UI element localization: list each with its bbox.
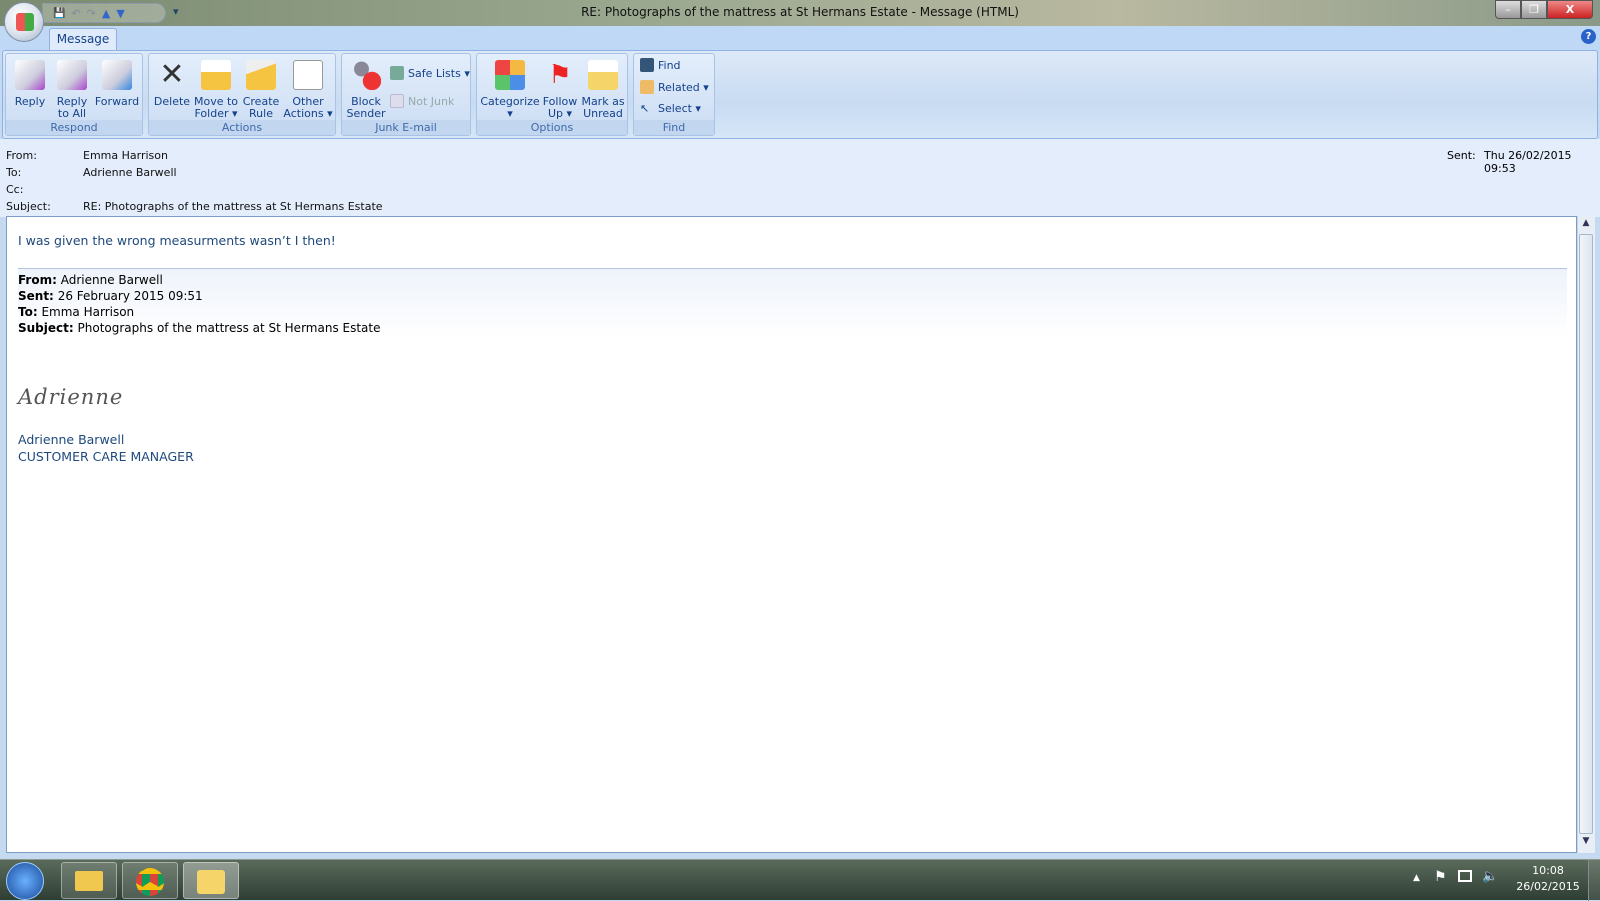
minimize-button[interactable]: –	[1495, 0, 1521, 19]
signature-script: Adrienne	[18, 385, 124, 409]
taskbar-explorer[interactable]	[61, 862, 117, 899]
related-button[interactable]: Related ▾	[640, 80, 709, 94]
volume-icon[interactable]: 🔈	[1482, 869, 1498, 884]
group-label-find: Find	[634, 120, 714, 135]
flag-icon: ⚑	[548, 60, 572, 90]
scroll-up-icon[interactable]: ▲	[1579, 218, 1593, 232]
not-junk-icon	[390, 94, 404, 108]
delete-button[interactable]: ✕ Delete	[151, 60, 193, 108]
cc-label: Cc:	[6, 183, 24, 196]
group-options: Categorize ▾ ⚑ Follow Up ▾ Mark as Unread Op…	[476, 53, 628, 136]
not-junk-button[interactable]: Not Junk	[390, 94, 454, 108]
outlook-icon	[197, 870, 225, 894]
group-junk-email: Block Sender Safe Lists ▾ Not Junk Junk E…	[341, 53, 471, 136]
to-label: To:	[6, 166, 22, 179]
reply-button[interactable]: Reply	[10, 60, 50, 108]
mark-unread-icon	[588, 60, 618, 90]
group-find: Find Related ▾ ↖ Select ▾ Find	[633, 53, 715, 136]
show-desktop-button[interactable]	[1588, 860, 1600, 901]
mark-as-unread-button[interactable]: Mark as Unread	[579, 60, 627, 120]
tab-message[interactable]: Message	[49, 28, 117, 50]
customize-qat-icon[interactable]: ▾	[173, 5, 179, 18]
sent-value: Thu 26/02/2015 09:53	[1484, 149, 1572, 175]
group-respond: Reply Reply to All Forward Respond	[5, 53, 143, 136]
signature-name: Adrienne Barwell	[18, 432, 125, 447]
signature-title: CUSTOMER CARE MANAGER	[18, 449, 194, 464]
folder-icon	[75, 871, 103, 891]
quoted-to: To: Emma Harrison	[18, 305, 135, 319]
reply-icon	[15, 60, 45, 90]
move-to-folder-button[interactable]: Move to Folder ▾	[193, 60, 239, 120]
follow-up-button[interactable]: ⚑ Follow Up ▾	[539, 60, 581, 120]
ribbon-tab-row	[0, 26, 1600, 50]
taskbar: ▲ ⚑ 🔈 10:08 26/02/2015	[0, 859, 1600, 901]
office-button[interactable]	[4, 2, 44, 42]
scroll-down-icon[interactable]: ▼	[1579, 836, 1593, 850]
window-title: RE: Photographs of the mattress at St He…	[581, 5, 1019, 19]
restore-button[interactable]: ❐	[1521, 0, 1547, 19]
binoculars-icon	[640, 58, 654, 72]
previous-item-icon[interactable]: ▲	[102, 7, 110, 20]
show-hidden-icons[interactable]: ▲	[1413, 873, 1420, 883]
office-logo-icon	[16, 13, 34, 31]
message-body[interactable]: I was given the wrong measurments wasn’t…	[6, 216, 1577, 853]
select-button[interactable]: ↖ Select ▾	[640, 102, 701, 115]
message-header: From: Emma Harrison To: Adrienne Barwell…	[0, 139, 1600, 217]
move-folder-icon	[201, 60, 231, 90]
group-label-junk: Junk E-mail	[342, 120, 470, 135]
block-sender-icon	[351, 60, 381, 90]
quoted-from: From: Adrienne Barwell	[18, 273, 163, 287]
categorize-icon	[495, 60, 525, 90]
chrome-icon	[136, 868, 164, 896]
subject-label: Subject:	[6, 200, 51, 213]
safe-lists-button[interactable]: Safe Lists ▾	[390, 66, 470, 80]
reply-text: I was given the wrong measurments wasn’t…	[18, 233, 336, 248]
block-sender-button[interactable]: Block Sender	[344, 60, 388, 120]
categorize-button[interactable]: Categorize ▾	[479, 60, 541, 120]
action-center-flag-icon[interactable]: ⚑	[1434, 869, 1447, 885]
close-button[interactable]: X	[1547, 0, 1593, 19]
undo-icon[interactable]: ↶	[71, 7, 80, 20]
redo-icon[interactable]: ↷	[87, 7, 96, 20]
taskbar-chrome[interactable]	[122, 862, 178, 899]
quoted-subject: Subject: Photographs of the mattress at …	[18, 321, 381, 335]
quick-access-toolbar: 💾 ↶ ↷ ▲ ▼	[42, 3, 166, 23]
next-item-icon[interactable]: ▼	[116, 7, 124, 20]
create-rule-icon	[246, 60, 276, 90]
forward-icon	[102, 60, 132, 90]
subject-value: RE: Photographs of the mattress at St He…	[83, 200, 383, 213]
scroll-thumb[interactable]	[1579, 234, 1593, 834]
group-actions: ✕ Delete Move to Folder ▾ Create Rule Other…	[148, 53, 336, 136]
group-label-options: Options	[477, 120, 627, 135]
find-button[interactable]: Find	[640, 58, 681, 72]
safe-lists-icon	[390, 66, 404, 80]
other-actions-button[interactable]: Other Actions ▾	[283, 60, 333, 120]
vertical-scrollbar[interactable]: ▲ ▼	[1577, 216, 1595, 853]
reply-all-button[interactable]: Reply to All	[50, 60, 94, 120]
help-icon[interactable]: ?	[1581, 29, 1596, 44]
start-button[interactable]	[6, 862, 44, 900]
from-value[interactable]: Emma Harrison	[83, 149, 168, 162]
related-icon	[640, 80, 654, 94]
cursor-icon: ↖	[640, 102, 650, 115]
other-actions-icon	[293, 60, 323, 90]
create-rule-button[interactable]: Create Rule	[239, 60, 283, 120]
taskbar-outlook[interactable]	[183, 862, 239, 899]
title-bar: RE: Photographs of the mattress at St He…	[0, 0, 1600, 26]
group-label-actions: Actions	[149, 120, 335, 135]
quoted-sent: Sent: 26 February 2015 09:51	[18, 289, 203, 303]
save-icon[interactable]: 💾	[53, 8, 65, 19]
delete-x-icon: ✕	[159, 57, 185, 92]
to-value[interactable]: Adrienne Barwell	[83, 166, 177, 179]
forward-button[interactable]: Forward	[93, 60, 141, 108]
clock[interactable]: 10:08 26/02/2015	[1513, 863, 1583, 895]
reply-all-icon	[57, 60, 87, 90]
network-icon[interactable]	[1458, 870, 1472, 882]
from-label: From:	[6, 149, 37, 162]
sent-label: Sent:	[1447, 149, 1476, 162]
group-label-respond: Respond	[6, 120, 142, 135]
